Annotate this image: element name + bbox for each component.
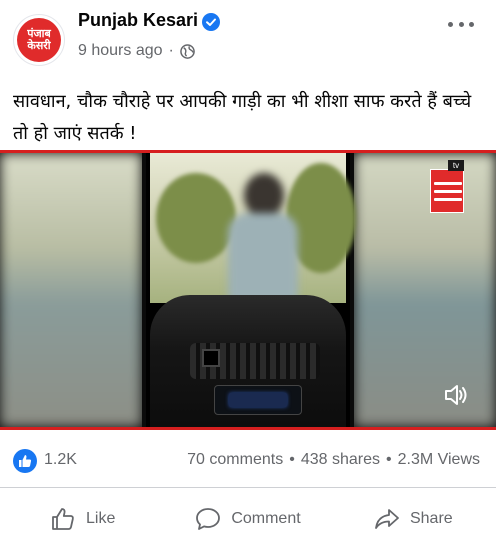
like-label: Like (85, 510, 116, 527)
more-dot-icon (448, 21, 453, 27)
reaction-count[interactable]: 1.2K (44, 451, 77, 469)
stats-dot: • (385, 451, 392, 468)
logo-text-line2: केसरी (27, 39, 51, 52)
more-dot-icon (469, 21, 474, 27)
share-label: Share (409, 510, 453, 527)
globe-icon (180, 43, 195, 59)
post-header: पंजाब केसरी Punjab Kesari 9 hours ago · (0, 0, 496, 70)
tv-tag: tv (448, 160, 464, 171)
comments-count[interactable]: 70 comments (187, 451, 283, 469)
person-figure (218, 173, 308, 313)
page-name[interactable]: Punjab Kesari (78, 10, 198, 31)
post-stats: 70 comments • 438 shares • 2.3M Views (187, 451, 480, 469)
tv-channel-logo: tv (430, 160, 464, 213)
video-frame (142, 153, 356, 427)
post-timestamp[interactable]: 9 hours ago (78, 42, 163, 60)
like-button[interactable]: Like (0, 497, 165, 541)
share-button[interactable]: Share (331, 497, 496, 541)
thumbs-up-icon (19, 455, 32, 467)
meta-separator: · (168, 42, 174, 59)
verified-badge-icon (202, 13, 220, 31)
speaker-icon[interactable] (442, 381, 470, 409)
comment-bubble-icon (196, 508, 221, 530)
car-radio (214, 385, 302, 415)
more-options-button[interactable] (448, 14, 474, 34)
views-count: 2.3M Views (397, 451, 480, 468)
comment-label: Comment (231, 510, 301, 527)
punjab-kesari-logo: पंजाब केसरी (17, 18, 61, 62)
video-player[interactable]: tv (0, 150, 496, 430)
page-avatar[interactable]: पंजाब केसरी (13, 14, 65, 66)
more-dot-icon (458, 21, 464, 27)
post-meta: 9 hours ago · (78, 42, 195, 60)
video-blur-right (354, 153, 496, 427)
share-arrow-icon (375, 509, 399, 529)
hazard-button (202, 349, 220, 367)
post-actions: Like Comment Share (0, 497, 496, 541)
shares-count[interactable]: 438 shares (301, 451, 380, 469)
stats-dot: • (289, 451, 295, 468)
like-reaction-icon[interactable] (13, 449, 37, 473)
thumbs-up-icon (52, 508, 74, 530)
post-caption: सावधान, चौक चौराहे पर आपकी गाड़ी का भी श… (13, 91, 472, 144)
comment-button[interactable]: Comment (165, 497, 330, 541)
video-blur-left (0, 153, 142, 427)
